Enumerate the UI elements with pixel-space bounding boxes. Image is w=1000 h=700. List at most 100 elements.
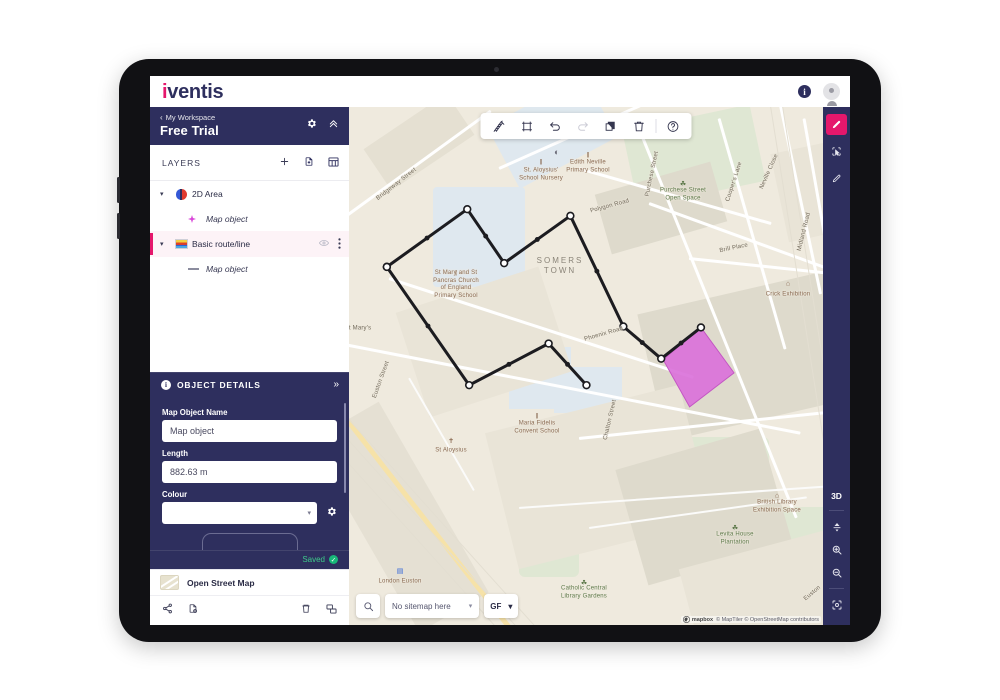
child-object-name: Map object [206, 214, 248, 224]
search-icon[interactable] [356, 594, 380, 618]
help-icon[interactable] [660, 114, 687, 138]
route-midpoint-handle[interactable] [534, 236, 540, 242]
trash-icon[interactable] [301, 601, 311, 619]
tablet-camera [494, 67, 499, 72]
attribution-text: © MapTiler © OpenStreetMap contributors [716, 616, 819, 623]
logo-text: ventis [167, 80, 224, 103]
museum-icon: ⌂ [785, 280, 791, 288]
basemap-selector[interactable]: Open Street Map [150, 569, 349, 595]
colour-label: Colour [162, 490, 188, 499]
zoom-in-icon[interactable] [826, 540, 847, 559]
length-input[interactable]: 882.63 m [162, 461, 337, 483]
layer-row-actions [318, 237, 341, 251]
map-label: Purchese Street Open Space [660, 188, 706, 203]
kebab-menu-icon[interactable] [338, 237, 341, 251]
colour-select[interactable]: ▾ [162, 502, 317, 524]
layer-child-2d-area-object[interactable]: Map object [150, 207, 349, 231]
roundabout-icon: ◐ [554, 147, 560, 157]
layer-name: Basic route/line [192, 239, 251, 249]
undo-icon[interactable] [542, 114, 569, 138]
map-label-line: Edith Neville [570, 159, 606, 166]
layer-child-route-object[interactable]: Map object [150, 257, 349, 281]
map-vector-overlay[interactable] [349, 107, 823, 602]
map-route-line-branch[interactable] [385, 265, 588, 387]
select-cursor-icon[interactable] [826, 141, 847, 162]
map-label-line: London Euston [378, 578, 422, 585]
route-midpoint-handle[interactable] [594, 268, 600, 274]
3d-toggle-button[interactable]: 3D [831, 491, 842, 501]
pencil-edit-icon[interactable] [826, 168, 847, 189]
route-vertex-handle[interactable] [463, 204, 472, 214]
import-layer-icon[interactable] [304, 154, 314, 172]
eye-icon[interactable] [318, 239, 330, 249]
route-midpoint-handle[interactable] [425, 323, 431, 329]
workspace-actions [306, 113, 339, 129]
museum-icon: ⌂ [774, 492, 780, 500]
route-midpoint-handle[interactable] [506, 361, 512, 367]
workspace-title-block: ‹ My Workspace Free Trial [160, 113, 306, 138]
chevron-down-icon: ▾ [468, 603, 473, 610]
collapse-panel-icon[interactable] [328, 118, 339, 129]
object-details-body: Map Object Name Map object Length 882.63… [150, 397, 349, 550]
grid-view-icon[interactable] [328, 154, 339, 172]
map-object-name-input[interactable]: Map object [162, 420, 337, 442]
screenshot-root: iventis i ‹ My Workspace Free Trial LAYE… [0, 0, 1000, 700]
church-icon: ✝ [448, 438, 454, 445]
details-scrollbar[interactable] [343, 403, 346, 493]
breadcrumb[interactable]: ‹ My Workspace [160, 113, 306, 122]
route-vertex-handle[interactable] [499, 258, 509, 268]
iventis-app: iventis i ‹ My Workspace Free Trial LAYE… [150, 76, 850, 625]
layers-header: LAYERS [150, 145, 349, 181]
map-label-line: Purchese Street [659, 187, 707, 194]
route-midpoint-handle[interactable] [639, 340, 645, 346]
layer-row-basic-route-line[interactable]: ▾ Basic route/line [150, 231, 349, 257]
avatar[interactable] [823, 83, 840, 106]
add-layer-button[interactable] [279, 154, 290, 172]
expand-caret-icon[interactable]: ▾ [160, 241, 170, 248]
trash-icon[interactable] [626, 114, 653, 138]
route-midpoint-handle[interactable] [565, 361, 571, 367]
route-vertex-handle[interactable] [656, 354, 666, 363]
gear-icon[interactable] [306, 118, 317, 129]
route-vertex-handle[interactable] [382, 262, 392, 272]
more-options-button[interactable] [201, 533, 298, 550]
collapse-details-icon[interactable]: » [333, 380, 339, 390]
map-polygon-2d-area[interactable] [662, 326, 735, 408]
iventis-logo: iventis [162, 80, 224, 103]
check-icon: ✓ [329, 555, 338, 564]
route-vertex-handle[interactable] [582, 380, 591, 390]
measure-icon[interactable] [486, 114, 513, 138]
route-midpoint-handle[interactable] [424, 235, 430, 241]
route-midpoint-handle[interactable] [483, 233, 489, 239]
duplicate-layer-icon[interactable] [326, 601, 337, 619]
expand-caret-icon[interactable]: ▾ [160, 191, 170, 198]
duplicate-icon[interactable] [598, 114, 625, 138]
route-midpoint-handles[interactable] [424, 233, 684, 367]
back-chevron-icon[interactable]: ‹ [160, 113, 163, 122]
map-viewport[interactable]: SOMERS TOWN Bridgeway Street Polygon Road Pu… [349, 107, 823, 625]
school-icon: ‖ [535, 413, 539, 421]
pen-draw-icon[interactable] [826, 114, 847, 135]
zoom-out-icon[interactable] [826, 563, 847, 582]
map-label: London Euston [379, 578, 422, 586]
route-vertex-handle[interactable] [696, 323, 706, 332]
route-vertex-handle[interactable] [566, 211, 575, 221]
file-export-icon[interactable] [188, 601, 198, 619]
share-icon[interactable] [162, 601, 173, 619]
floor-select[interactable]: GF ▾ [484, 594, 519, 618]
route-vertex-handle[interactable] [544, 339, 553, 348]
mapbox-logo[interactable]: mapbox [683, 616, 713, 623]
layer-row-2d-area[interactable]: ▾ 2D Area [150, 181, 349, 207]
map-label-line: Exhibition Space [753, 507, 801, 513]
map-label-line: St Mary's [349, 325, 372, 332]
route-vertex-handle[interactable] [464, 380, 474, 390]
topbar-actions: i [798, 83, 840, 106]
fit-bounds-icon[interactable] [826, 595, 847, 614]
route-midpoint-handle[interactable] [678, 340, 684, 346]
colour-settings-gear-icon[interactable] [326, 504, 337, 522]
map-canvas[interactable]: SOMERS TOWN Bridgeway Street Polygon Road Pu… [349, 107, 823, 625]
compass-tilt-icon[interactable] [826, 517, 847, 536]
crop-frame-icon[interactable] [514, 114, 541, 138]
sitemap-select[interactable]: No sitemap here ▾ [385, 594, 480, 618]
info-icon[interactable]: i [798, 85, 811, 98]
